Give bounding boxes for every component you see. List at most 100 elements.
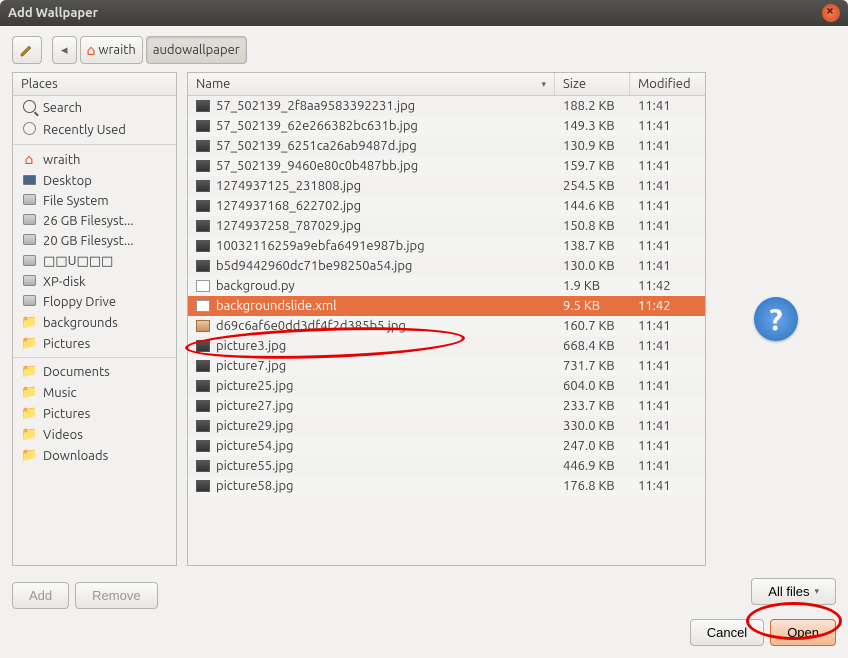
file-row[interactable]: 57_502139_9460e80c0b487bb.jpg 159.7 KB11:… (188, 156, 705, 176)
file-modified: 11:41 (630, 138, 705, 154)
file-row[interactable]: picture25.jpg604.0 KB11:41 (188, 376, 705, 396)
file-name: 57_502139_9460e80c0b487bb.jpg (216, 159, 418, 173)
place-item[interactable]: 📁Pictures (13, 403, 176, 424)
place-item[interactable]: Floppy Drive (13, 292, 176, 312)
chevron-left-icon: ◂ (61, 43, 68, 58)
file-modified: 11:41 (630, 458, 705, 474)
column-header-modified[interactable]: Modified (630, 73, 705, 95)
file-size: 159.7 KB (555, 158, 630, 174)
file-modified: 11:41 (630, 378, 705, 394)
file-name: 57_502139_62e266382bc631b.jpg (216, 119, 418, 133)
file-size: 138.7 KB (555, 238, 630, 254)
place-item[interactable]: 📁 Pictures (13, 333, 176, 354)
edit-path-button[interactable] (12, 36, 42, 64)
place-item[interactable]: Search (13, 97, 176, 119)
file-modified: 11:41 (630, 178, 705, 194)
file-name: d69c6af6e0dd3df4f2d385b5.jpg (216, 319, 406, 333)
place-item[interactable]: File System (13, 191, 176, 211)
file-row[interactable]: 57_502139_62e266382bc631b.jpg 149.3 KB11:… (188, 116, 705, 136)
place-item[interactable]: 📁Downloads (13, 445, 176, 466)
place-label: Search (43, 101, 82, 115)
place-label: Videos (43, 428, 83, 442)
file-size: 446.9 KB (555, 458, 630, 474)
file-name: picture3.jpg (216, 339, 286, 353)
file-modified: 11:41 (630, 398, 705, 414)
file-row[interactable]: picture27.jpg233.7 KB11:41 (188, 396, 705, 416)
file-row[interactable]: 1274937258_787029.jpg150.8 KB11:41 (188, 216, 705, 236)
filetype-filter[interactable]: All files ▾ (751, 578, 836, 605)
home-icon: ⌂ (87, 42, 96, 59)
file-row[interactable]: backgroundslide.xml9.5 KB11:42 (188, 296, 705, 316)
file-size: 254.5 KB (555, 178, 630, 194)
cancel-button[interactable]: Cancel (690, 619, 764, 646)
file-row[interactable]: 10032116259a9ebfa6491e987b.jpg138.7 KB11… (188, 236, 705, 256)
file-rows[interactable]: 57_502139_2f8aa9583392231.jpg188.2 KB11:… (188, 96, 705, 565)
titlebar: Add Wallpaper (0, 0, 848, 26)
places-list[interactable]: Search Recently Used ⌂wraithDesktopFile Sy… (12, 96, 177, 566)
disk-icon (21, 295, 37, 309)
breadcrumb-current[interactable]: audowallpaper (146, 36, 247, 64)
file-name: b5d9442960dc71be98250a54.jpg (216, 259, 412, 273)
content-row: Places SearchRecently Used⌂wraithDesktop… (12, 72, 836, 566)
file-row[interactable]: 57_502139_2f8aa9583392231.jpg188.2 KB11:… (188, 96, 705, 116)
place-item[interactable]: 📁 backgrounds (13, 312, 176, 333)
place-item[interactable]: 📁Documents (13, 361, 176, 382)
file-modified: 11:42 (630, 298, 705, 314)
file-row[interactable]: picture7.jpg731.7 KB11:41 (188, 356, 705, 376)
breadcrumb-home[interactable]: ⌂ wraith (80, 36, 143, 64)
place-label: backgrounds (43, 316, 118, 330)
file-size: 130.9 KB (555, 138, 630, 154)
disk-icon (21, 214, 37, 228)
file-name: picture25.jpg (216, 379, 294, 393)
place-item[interactable]: Desktop (13, 171, 176, 191)
file-row[interactable]: picture55.jpg 446.9 KB11:41 (188, 456, 705, 476)
file-row[interactable]: backgroud.py1.9 KB11:42 (188, 276, 705, 296)
add-button[interactable]: Add (12, 582, 69, 609)
file-modified: 11:41 (630, 118, 705, 134)
remove-button[interactable]: Remove (75, 582, 157, 609)
open-button[interactable]: Open (770, 619, 836, 646)
location-toolbar: ◂ ⌂ wraith audowallpaper (12, 36, 836, 64)
place-item[interactable]: □□U□□□ (13, 251, 176, 272)
file-name: picture55.jpg (216, 459, 294, 473)
file-row[interactable]: d69c6af6e0dd3df4f2d385b5.jpg 160.7 KB11:4… (188, 316, 705, 336)
file-size: 130.0 KB (555, 258, 630, 274)
dialog-body: ◂ ⌂ wraith audowallpaper Places SearchRe… (0, 26, 848, 658)
file-modified: 11:41 (630, 318, 705, 334)
place-item[interactable]: XP-disk (13, 272, 176, 292)
column-header-name[interactable]: Name ▾ (188, 73, 555, 95)
file-size: 160.7 KB (555, 318, 630, 334)
folder-pic-icon: 📁 (21, 336, 37, 351)
place-item[interactable]: 26 GB Filesyst... (13, 211, 176, 231)
file-row[interactable]: 1274937168_622702.jpg144.6 KB11:41 (188, 196, 705, 216)
place-item[interactable]: 📁Videos (13, 424, 176, 445)
place-item[interactable]: Recently Used (13, 119, 176, 141)
back-button[interactable]: ◂ (52, 36, 77, 64)
place-item[interactable]: 20 GB Filesyst... (13, 231, 176, 251)
file-row[interactable]: picture58.jpg176.8 KB11:41 (188, 476, 705, 496)
file-name: backgroundslide.xml (216, 299, 336, 313)
close-icon[interactable] (822, 4, 840, 22)
file-modified: 11:41 (630, 238, 705, 254)
place-label: Pictures (43, 337, 90, 351)
place-label: 20 GB Filesyst... (43, 234, 133, 248)
disk-icon (21, 194, 37, 208)
file-row[interactable]: b5d9442960dc71be98250a54.jpg130.0 KB11:4… (188, 256, 705, 276)
file-row[interactable]: picture29.jpg330.0 KB11:41 (188, 416, 705, 436)
file-modified: 11:41 (630, 158, 705, 174)
place-label: Documents (43, 365, 110, 379)
place-item[interactable]: ⌂wraith (13, 148, 176, 171)
chevron-down-icon: ▾ (814, 586, 819, 597)
file-row[interactable]: 57_502139_6251ca26ab9487d.jpg130.9 KB11:… (188, 136, 705, 156)
breadcrumb-home-label: wraith (98, 43, 135, 57)
folder-icon: 📁 (21, 315, 37, 330)
column-header-size[interactable]: Size (555, 73, 630, 95)
file-size: 1.9 KB (555, 278, 630, 294)
file-size: 149.3 KB (555, 118, 630, 134)
file-row[interactable]: picture3.jpg668.4 KB11:41 (188, 336, 705, 356)
place-label: □□U□□□ (43, 254, 113, 269)
file-row[interactable]: 1274937125_231808.jpg254.5 KB11:41 (188, 176, 705, 196)
file-row[interactable]: picture54.jpg247.0 KB11:41 (188, 436, 705, 456)
file-size: 233.7 KB (555, 398, 630, 414)
place-item[interactable]: 📁Music (13, 382, 176, 403)
